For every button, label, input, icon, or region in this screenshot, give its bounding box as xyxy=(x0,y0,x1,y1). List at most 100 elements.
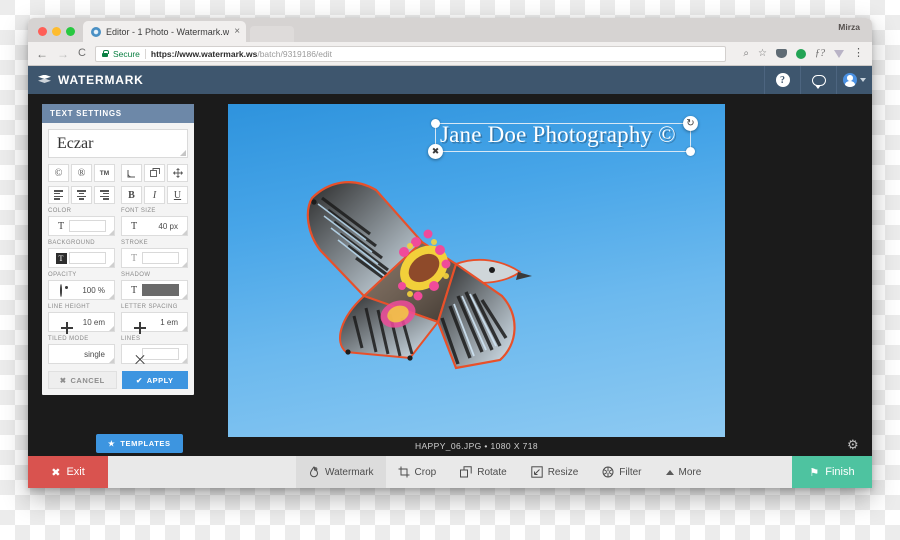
background-swatch[interactable] xyxy=(69,252,106,264)
align-center-button[interactable] xyxy=(71,186,92,204)
bold-button[interactable]: B xyxy=(121,186,142,204)
shadow-control[interactable]: T xyxy=(121,280,188,300)
resize-grip-icon[interactable] xyxy=(182,326,187,331)
resize-grip-icon[interactable] xyxy=(182,230,187,235)
resize-grip-icon[interactable] xyxy=(109,230,114,235)
tab-rotate[interactable]: Rotate xyxy=(448,456,518,488)
exit-button[interactable]: ✖ Exit xyxy=(28,456,108,488)
align-center-icon xyxy=(77,190,86,200)
color-control[interactable]: T xyxy=(48,216,115,236)
rotate-watermark-handle[interactable]: ↻ xyxy=(683,116,698,131)
letter-spacing-value: 1 em xyxy=(160,317,178,327)
insert-copyright-button[interactable]: © xyxy=(48,164,69,182)
resize-grip-icon[interactable] xyxy=(109,294,114,299)
apply-button[interactable]: ✔ APPLY xyxy=(121,371,188,389)
line-height-value: 10 em xyxy=(82,317,105,327)
field-label: FONT SIZE xyxy=(121,208,156,214)
tab-close-icon[interactable]: × xyxy=(234,26,240,37)
align-right-button[interactable] xyxy=(94,186,115,204)
forward-button[interactable]: → xyxy=(57,48,69,60)
close-window-button[interactable] xyxy=(38,27,47,36)
font-name-input[interactable]: Eczar xyxy=(48,129,188,158)
tab-label: Watermark xyxy=(325,466,374,478)
chat-button[interactable] xyxy=(800,66,836,94)
stroke-control[interactable]: T xyxy=(121,248,188,268)
field-label: LINES xyxy=(121,336,141,342)
address-bar[interactable]: Secure https://www.watermark.ws/batch/93… xyxy=(94,45,727,62)
underline-button[interactable]: U xyxy=(167,186,188,204)
tab-filter[interactable]: Filter xyxy=(590,456,653,488)
field-label: TILED MODE xyxy=(48,336,89,342)
extension-funnel-icon[interactable] xyxy=(834,49,844,58)
extension-fx-icon[interactable]: ƒ? xyxy=(815,48,825,59)
corner-icon[interactable] xyxy=(121,164,142,182)
settings-gear-icon[interactable]: ⚙ xyxy=(847,438,860,451)
delete-watermark-handle[interactable]: ✖ xyxy=(428,144,443,159)
background-control[interactable]: T xyxy=(48,248,115,268)
insert-trademark-button[interactable]: TM xyxy=(94,164,115,182)
lines-swatch[interactable] xyxy=(142,348,179,360)
field-label: LINE HEIGHT xyxy=(48,304,91,310)
shadow-swatch[interactable] xyxy=(142,284,179,296)
shadow-icon: T xyxy=(130,284,138,296)
image-canvas[interactable]: Jane Doe Photography © ✖ ↻ xyxy=(228,104,725,437)
tiled-mode-value: single xyxy=(84,349,105,359)
line-height-control[interactable]: 10 em xyxy=(48,312,115,332)
letter-spacing-control[interactable]: 1 em xyxy=(121,312,188,332)
extension-shield-icon[interactable] xyxy=(776,49,787,58)
watermark-text[interactable]: Jane Doe Photography © xyxy=(440,122,676,148)
transform-button-group xyxy=(121,164,188,182)
tab-crop[interactable]: Crop xyxy=(386,456,449,488)
url-path: /batch/9319186/edit xyxy=(257,48,333,59)
reload-button[interactable]: C xyxy=(78,48,86,59)
font-size-control[interactable]: T 40 px xyxy=(121,216,188,236)
field-label: STROKE xyxy=(121,240,149,246)
resize-grip-icon[interactable] xyxy=(109,358,114,363)
cancel-icon: ✖ xyxy=(59,375,67,385)
move-icon[interactable] xyxy=(167,164,188,182)
field-line-height: LINE HEIGHT 10 em xyxy=(48,304,115,332)
back-button[interactable]: ← xyxy=(36,48,48,60)
new-tab-placeholder[interactable] xyxy=(250,26,295,42)
extension-green-icon[interactable] xyxy=(796,48,806,59)
finish-button[interactable]: ⚑ Finish xyxy=(792,456,872,488)
resize-grip-icon[interactable] xyxy=(109,326,114,331)
secure-label: Secure xyxy=(112,48,140,59)
tab-watermark[interactable]: Watermark xyxy=(296,456,386,488)
resize-handle-bottom-right[interactable] xyxy=(686,147,695,156)
watermark-text-selection[interactable]: Jane Doe Photography © ✖ ↻ xyxy=(428,116,698,159)
insert-registered-button[interactable]: ® xyxy=(71,164,92,182)
tiled-mode-control[interactable]: single xyxy=(48,344,115,364)
account-menu-button[interactable] xyxy=(836,66,872,94)
color-swatch[interactable] xyxy=(69,220,106,232)
align-left-button[interactable] xyxy=(48,186,69,204)
tab-label: Rotate xyxy=(477,466,507,478)
templates-button[interactable]: ★ TEMPLATES xyxy=(96,434,183,453)
italic-button[interactable]: I xyxy=(144,186,165,204)
lines-control[interactable] xyxy=(121,344,188,364)
resize-grip-icon[interactable] xyxy=(182,358,187,363)
resize-grip-icon[interactable] xyxy=(182,294,187,299)
field-label: OPACITY xyxy=(48,272,77,278)
profile-name[interactable]: Mirza xyxy=(838,22,860,32)
duplicate-icon[interactable] xyxy=(144,164,165,182)
browser-menu-icon[interactable]: ⋮ xyxy=(853,48,864,58)
resize-handle-top-left[interactable] xyxy=(431,119,440,128)
resize-grip-icon[interactable] xyxy=(180,150,186,156)
maximize-window-button[interactable] xyxy=(66,27,75,36)
minimize-window-button[interactable] xyxy=(52,27,61,36)
field-shadow: SHADOW T xyxy=(121,272,188,300)
browser-tab[interactable]: Editor - 1 Photo - Watermark.w × xyxy=(83,21,247,42)
bookmark-star-icon[interactable]: ☆ xyxy=(758,48,767,59)
chat-bubble-icon xyxy=(811,74,826,89)
help-button[interactable]: ? xyxy=(764,66,800,94)
resize-grip-icon[interactable] xyxy=(182,262,187,267)
opacity-control[interactable]: 100 % xyxy=(48,280,115,300)
tab-resize[interactable]: Resize xyxy=(519,456,591,488)
stroke-swatch[interactable] xyxy=(142,252,179,264)
tab-more[interactable]: More xyxy=(654,456,714,488)
cancel-button[interactable]: ✖ CANCEL xyxy=(48,371,117,389)
resize-grip-icon[interactable] xyxy=(109,262,114,267)
stroke-icon: T xyxy=(130,252,138,264)
search-icon[interactable]: ⌕ xyxy=(743,48,749,59)
